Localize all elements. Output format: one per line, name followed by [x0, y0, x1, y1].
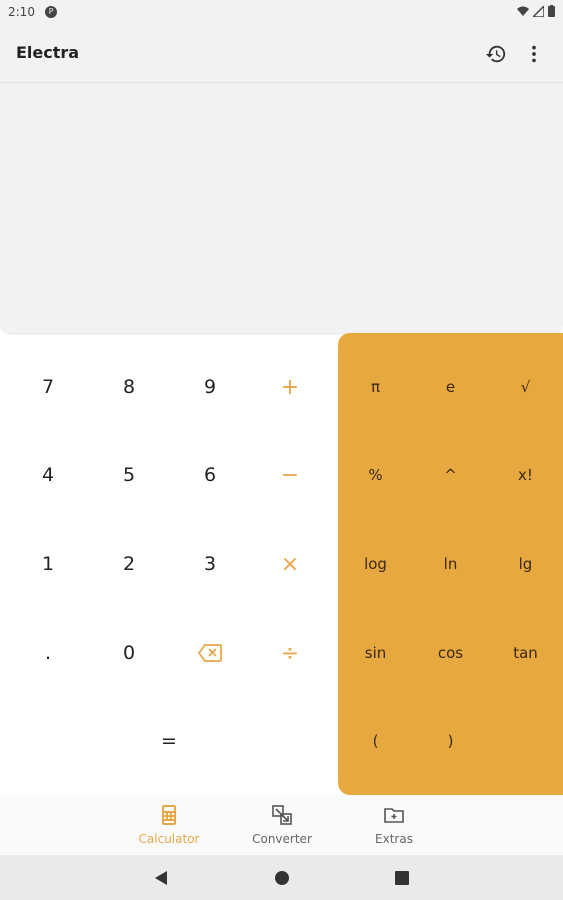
key-5[interactable]: 5: [89, 433, 169, 517]
key-plus[interactable]: +: [250, 345, 330, 429]
key-decimal[interactable]: .: [8, 611, 88, 695]
nav-extras[interactable]: Extras: [344, 795, 444, 855]
key-8[interactable]: 8: [89, 345, 169, 429]
key-2[interactable]: 2: [89, 522, 169, 606]
wifi-icon: [517, 6, 529, 16]
calculator-icon: [162, 805, 176, 825]
key-open-paren[interactable]: (: [338, 699, 413, 783]
notification-badge-icon: P: [45, 6, 57, 18]
nav-converter[interactable]: Converter: [232, 795, 332, 855]
key-log[interactable]: log: [338, 522, 413, 606]
key-4[interactable]: 4: [8, 433, 88, 517]
key-e[interactable]: e: [413, 345, 488, 429]
key-9[interactable]: 9: [170, 345, 250, 429]
status-bar: 2:10 P: [0, 0, 563, 26]
key-ln[interactable]: ln: [413, 522, 488, 606]
recents-icon[interactable]: [391, 867, 413, 889]
key-6[interactable]: 6: [170, 433, 250, 517]
system-navigation-bar: [0, 855, 563, 900]
key-3[interactable]: 3: [170, 522, 250, 606]
key-0[interactable]: 0: [89, 611, 169, 695]
key-sqrt[interactable]: √: [488, 345, 563, 429]
nav-converter-label: Converter: [252, 832, 312, 846]
back-icon[interactable]: [150, 867, 172, 889]
extras-folder-icon: [384, 808, 404, 823]
key-1[interactable]: 1: [8, 522, 88, 606]
app-bar: Electra: [0, 26, 563, 83]
nav-extras-label: Extras: [375, 832, 413, 846]
app-title: Electra: [16, 43, 80, 62]
backspace-icon[interactable]: [170, 611, 250, 695]
key-minus[interactable]: −: [250, 433, 330, 517]
battery-icon: [548, 5, 555, 17]
bottom-navigation: Calculator Converter Extras: [0, 795, 563, 855]
key-cos[interactable]: cos: [413, 611, 488, 695]
status-time: 2:10: [8, 5, 35, 19]
scientific-keypad: π e √ % ^ x! log ln lg sin cos tan ( ): [338, 333, 563, 795]
key-close-paren[interactable]: ): [413, 699, 488, 783]
key-7[interactable]: 7: [8, 345, 88, 429]
key-power[interactable]: ^: [413, 433, 488, 517]
key-lg[interactable]: lg: [488, 522, 563, 606]
key-equals[interactable]: =: [89, 699, 249, 783]
key-tan[interactable]: tan: [488, 611, 563, 695]
calculator-display[interactable]: [0, 83, 563, 333]
status-icons: [517, 5, 555, 17]
history-icon[interactable]: [482, 40, 510, 68]
nav-calculator[interactable]: Calculator: [119, 795, 219, 855]
signal-icon: [533, 5, 544, 17]
main-keypad: 7 8 9 + 4 5 6 − 1 2 3 × . 0 ÷ =: [0, 345, 338, 789]
key-multiply[interactable]: ×: [250, 522, 330, 606]
home-icon[interactable]: [271, 867, 293, 889]
key-divide[interactable]: ÷: [250, 611, 330, 695]
key-percent[interactable]: %: [338, 433, 413, 517]
more-vert-icon[interactable]: [520, 40, 548, 68]
converter-icon: [272, 805, 292, 825]
key-factorial[interactable]: x!: [488, 433, 563, 517]
key-pi[interactable]: π: [338, 345, 413, 429]
nav-calculator-label: Calculator: [138, 832, 200, 846]
key-sin[interactable]: sin: [338, 611, 413, 695]
